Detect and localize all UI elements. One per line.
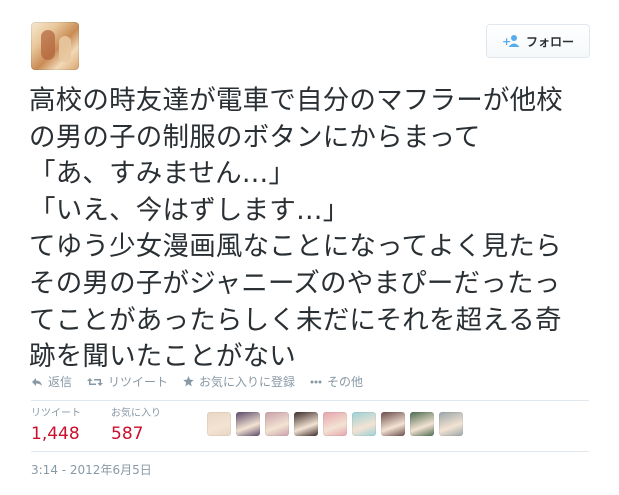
favoriter-avatar[interactable] — [236, 412, 260, 436]
favoriter-avatar[interactable] — [294, 412, 318, 436]
reply-action[interactable]: 返信 — [31, 373, 72, 390]
retweet-icon — [87, 377, 104, 386]
favorite-label: お気に入りに登録 — [199, 375, 296, 389]
author-avatar[interactable] — [31, 22, 79, 70]
reply-icon — [32, 377, 42, 386]
tweet-actions: 返信 リツイート お気に入りに登録 その他 — [31, 373, 378, 390]
favoriter-avatar[interactable] — [381, 412, 405, 436]
follow-button[interactable]: + フォロー — [486, 24, 590, 58]
favoriter-avatar[interactable] — [410, 412, 434, 436]
favoriter-avatar[interactable] — [439, 412, 463, 436]
favoriter-avatar[interactable] — [265, 412, 289, 436]
favoriter-avatars — [207, 412, 468, 436]
more-label: その他 — [327, 375, 364, 389]
favoriter-avatar[interactable] — [207, 412, 231, 436]
retweet-stat-label: リツイート — [31, 408, 81, 419]
follow-button-label: フォロー — [525, 34, 574, 49]
favoriter-avatar[interactable] — [323, 412, 347, 436]
tweet-text: 高校の時友達が電車で自分のマフラーが他校 の男の子の制服のボタンにからまって 「… — [29, 83, 604, 376]
tweet-line: 跡を聞いたことがない — [29, 341, 296, 373]
star-icon — [183, 376, 194, 387]
tweet-line: の男の子の制服のボタンにからまって — [29, 121, 481, 153]
retweet-stat[interactable]: リツイート 1,448 — [31, 408, 81, 446]
retweet-count: 1,448 — [31, 424, 80, 444]
tweet-line: その男の子がジャニーズのやまぴーだったっ — [29, 267, 561, 299]
follow-person-icon: + — [502, 35, 520, 48]
favorite-action[interactable]: お気に入りに登録 — [183, 373, 295, 390]
tweet-line: 高校の時友達が電車で自分のマフラーが他校 — [29, 85, 563, 116]
retweet-action[interactable]: リツイート — [87, 373, 168, 390]
retweet-label: リツイート — [108, 375, 169, 389]
tweet-line: てことがあったらしく未だにそれを超える奇 — [29, 304, 562, 336]
more-dots-icon — [310, 380, 322, 383]
more-action[interactable]: その他 — [310, 373, 363, 390]
tweet-line: てゆう少女漫画風なことになってよく見たら — [29, 231, 562, 263]
divider — [31, 400, 589, 401]
favoriter-avatar[interactable] — [352, 412, 376, 436]
favorite-count: 587 — [111, 424, 144, 444]
reply-label: 返信 — [48, 375, 73, 389]
tweet-stats: リツイート 1,448 お気に入り 587 — [31, 408, 191, 446]
favorite-stat[interactable]: お気に入り 587 — [111, 408, 161, 446]
tweet-line: 「あ、すみません…」 — [29, 158, 296, 190]
tweet-line: 「いえ、今はずします…」 — [29, 194, 350, 226]
divider — [31, 451, 589, 452]
tweet-timestamp[interactable]: 3:14 - 2012年6月5日 — [31, 461, 152, 478]
favorite-stat-label: お気に入り — [111, 408, 161, 419]
